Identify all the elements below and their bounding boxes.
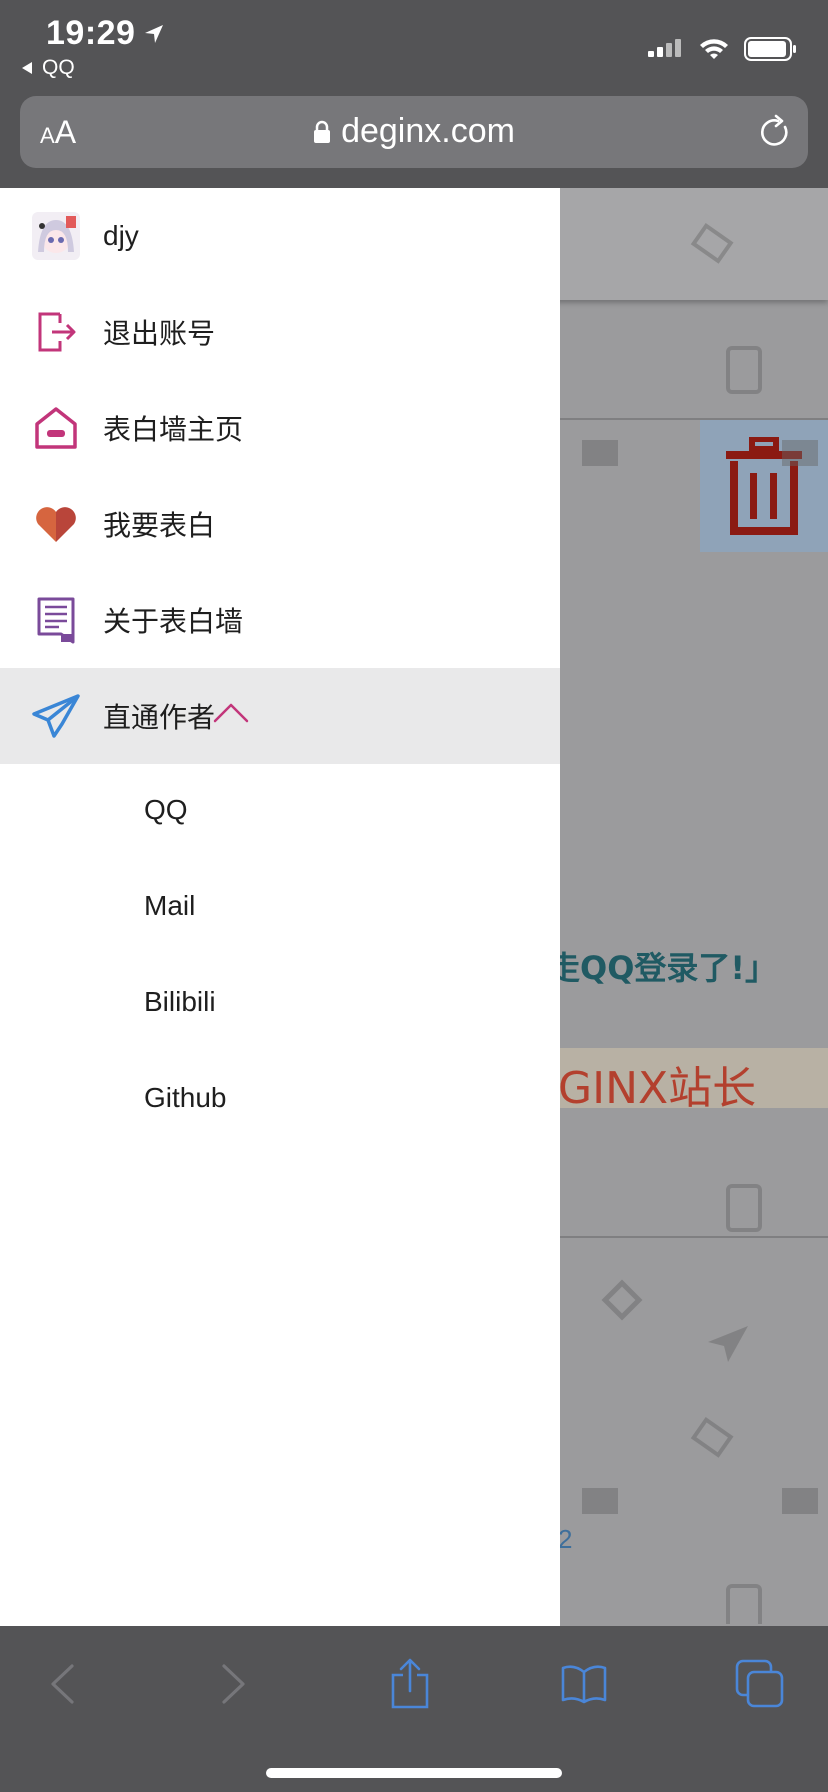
cellular-signal-icon: [648, 39, 681, 57]
reload-button[interactable]: [756, 112, 792, 155]
book-icon: [32, 596, 80, 644]
banner-text: GINX站长: [558, 1063, 757, 1114]
background-snippet: 走QQ登录了!」: [548, 949, 778, 987]
menu-item-contact-author[interactable]: 直通作者: [0, 668, 560, 764]
send-icon: [708, 1326, 748, 1362]
home-icon: [32, 404, 80, 452]
menu-label-about: 关于表白墙: [103, 605, 244, 638]
status-indicators: [648, 36, 798, 62]
back-triangle-icon: [22, 62, 32, 74]
avatar: [32, 212, 80, 260]
chevron-up-icon[interactable]: [213, 702, 249, 724]
menu-label-home: 表白墙主页: [103, 413, 244, 446]
open-book-icon: [561, 1665, 607, 1704]
battery-icon: [744, 37, 796, 61]
submenu-item-github[interactable]: Github: [0, 1052, 560, 1148]
user-name: djy: [103, 220, 139, 251]
mail-icon: [582, 440, 618, 466]
menu-item-about[interactable]: 关于表白墙: [0, 572, 560, 668]
submenu-item-mail[interactable]: Mail: [0, 860, 560, 956]
menu-label-contact-author: 直通作者: [103, 701, 216, 734]
tablet-icon: [726, 1584, 762, 1624]
user-profile-item[interactable]: djy: [0, 188, 560, 284]
forward-button[interactable]: [206, 1656, 262, 1712]
menu-item-home[interactable]: 表白墙主页: [0, 380, 560, 476]
clock-text: 19:29: [46, 14, 136, 52]
home-indicator[interactable]: [266, 1768, 562, 1778]
eraser-icon: [690, 222, 734, 264]
reload-icon: [760, 114, 788, 146]
share-button[interactable]: [382, 1656, 438, 1712]
background-banner: GINX站长: [540, 1048, 828, 1114]
address-bar[interactable]: AA deginx.com: [20, 96, 808, 168]
mail-icon: [782, 440, 818, 466]
browser-top-chrome: 19:29 QQ AA deginx.com: [0, 0, 828, 188]
browser-toolbar: [0, 1626, 828, 1792]
share-icon: [391, 1658, 429, 1709]
gear-icon: [601, 1279, 643, 1321]
eraser-icon: [690, 1416, 734, 1458]
mail-icon: [782, 1488, 818, 1514]
menu-item-logout[interactable]: 退出账号: [0, 284, 560, 380]
wifi-icon: [700, 39, 728, 59]
location-arrow-icon: [145, 24, 164, 43]
heart-icon: [32, 500, 80, 548]
side-drawer: djy 退出账号 表白墙主页 我要表白 关于表白墙 直通作者 QQ Mail B…: [0, 188, 560, 1626]
chevron-right-icon: [222, 1664, 245, 1704]
paper-plane-icon: [32, 692, 80, 740]
back-app-label: QQ: [42, 56, 75, 79]
menu-item-confess[interactable]: 我要表白: [0, 476, 560, 572]
submenu-label: Mail: [144, 890, 196, 921]
back-button[interactable]: [34, 1656, 90, 1712]
submenu-label: Bilibili: [144, 986, 216, 1017]
menu-label-confess: 我要表白: [103, 509, 216, 542]
tablet-icon: [726, 1184, 762, 1232]
logout-icon: [32, 308, 80, 356]
url-domain: deginx.com: [341, 112, 515, 150]
bookmarks-button[interactable]: [556, 1656, 612, 1712]
submenu-label: QQ: [144, 794, 188, 825]
tablet-icon: [726, 346, 762, 394]
avatar-image: [32, 212, 80, 260]
submenu-item-bilibili[interactable]: Bilibili: [0, 956, 560, 1052]
submenu-item-qq[interactable]: QQ: [0, 764, 560, 860]
menu-label-logout: 退出账号: [103, 317, 216, 350]
page-number[interactable]: 2: [558, 1524, 572, 1555]
tabs-icon: [735, 1659, 784, 1708]
chevron-left-icon: [51, 1664, 74, 1704]
mail-icon: [582, 1488, 618, 1514]
status-time: 19:29: [46, 14, 165, 53]
url-display[interactable]: deginx.com: [20, 112, 808, 151]
tabs-button[interactable]: [732, 1656, 788, 1712]
back-to-app[interactable]: QQ: [20, 56, 75, 80]
lock-icon: [314, 120, 331, 143]
submenu-label: Github: [144, 1082, 227, 1113]
